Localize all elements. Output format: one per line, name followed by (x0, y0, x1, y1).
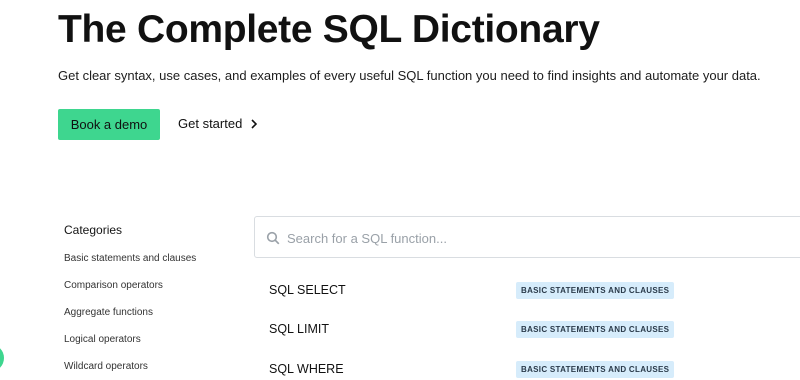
book-demo-button[interactable]: Book a demo (58, 109, 160, 140)
sidebar-item-basic-statements[interactable]: Basic statements and clauses (64, 253, 196, 264)
sidebar-item-wildcard-operators[interactable]: Wildcard operators (64, 361, 148, 372)
page-subtitle: Get clear syntax, use cases, and example… (58, 68, 761, 83)
search-box (254, 216, 800, 259)
function-name-where[interactable]: SQL WHERE (269, 362, 344, 376)
category-badge: BASIC STATEMENTS AND CLAUSES (516, 321, 675, 338)
page-title: The Complete SQL Dictionary (58, 8, 600, 51)
sidebar-item-logical-operators[interactable]: Logical operators (64, 334, 141, 345)
function-name-limit[interactable]: SQL LIMIT (269, 322, 329, 336)
search-input[interactable] (285, 217, 789, 259)
sidebar-item-aggregate-functions[interactable]: Aggregate functions (64, 307, 153, 318)
chevron-right-icon (251, 118, 258, 129)
page: The Complete SQL Dictionary Get clear sy… (0, 0, 800, 380)
get-started-label: Get started (178, 116, 243, 131)
categories-heading: Categories (64, 223, 123, 237)
chat-bubble-icon[interactable] (0, 344, 4, 372)
function-name-select[interactable]: SQL SELECT (269, 283, 346, 297)
category-badge: BASIC STATEMENTS AND CLAUSES (516, 282, 675, 299)
search-icon (266, 231, 280, 245)
category-badge: BASIC STATEMENTS AND CLAUSES (516, 361, 675, 378)
get-started-link[interactable]: Get started (178, 116, 259, 131)
sidebar-item-comparison-operators[interactable]: Comparison operators (64, 280, 163, 291)
